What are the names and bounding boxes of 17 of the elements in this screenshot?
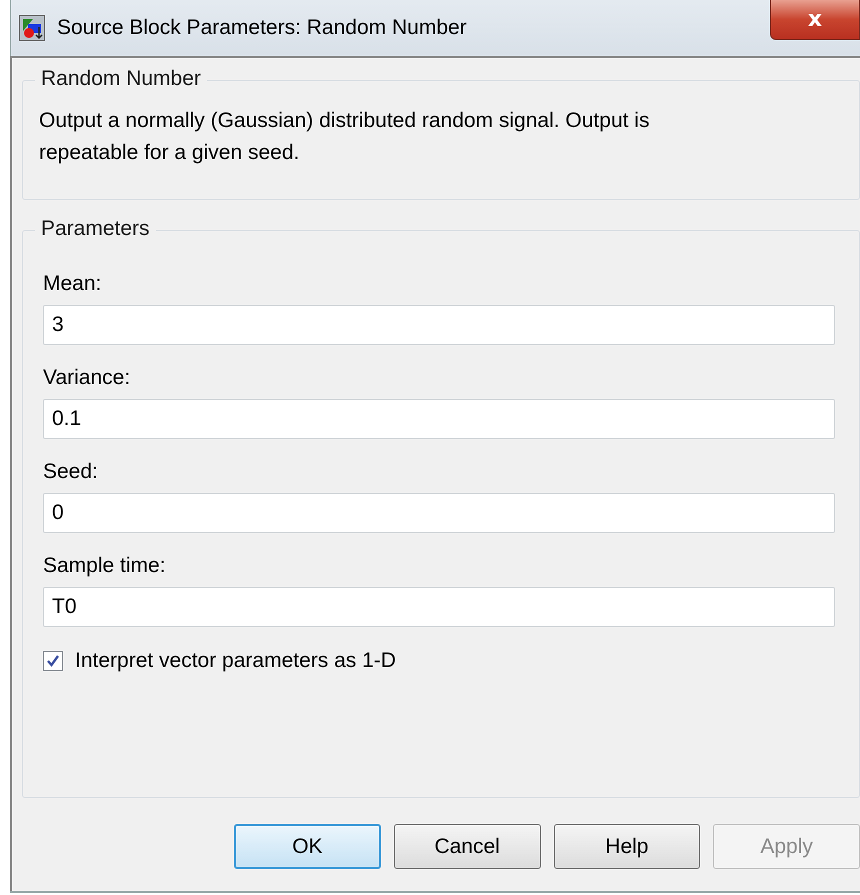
checkbox[interactable] xyxy=(43,651,63,671)
app-icon xyxy=(19,15,45,41)
input-field[interactable]: T0 xyxy=(43,587,835,627)
field-label: Sample time: xyxy=(42,553,167,579)
field-label: Variance: xyxy=(42,365,132,391)
field-label: Seed: xyxy=(42,459,99,485)
input-field[interactable]: 0 xyxy=(43,493,835,533)
input-field[interactable]: 0.1 xyxy=(43,399,835,439)
window-title: Source Block Parameters: Random Number xyxy=(57,16,467,40)
checkbox-option[interactable]: Interpret vector parameters as 1-D xyxy=(43,649,841,673)
close-button[interactable]: x xyxy=(770,0,860,40)
dialog-button[interactable]: Help xyxy=(554,824,700,869)
input-field[interactable]: 3 xyxy=(43,305,835,345)
dialog-button[interactable]: OK xyxy=(234,824,381,869)
description-text: Output a normally (Gaussian) distributed random signal. Output is repeatable for a given seed. xyxy=(39,108,650,166)
field-label: Mean: xyxy=(42,271,102,297)
dialog-button[interactable]: Cancel xyxy=(394,824,541,869)
